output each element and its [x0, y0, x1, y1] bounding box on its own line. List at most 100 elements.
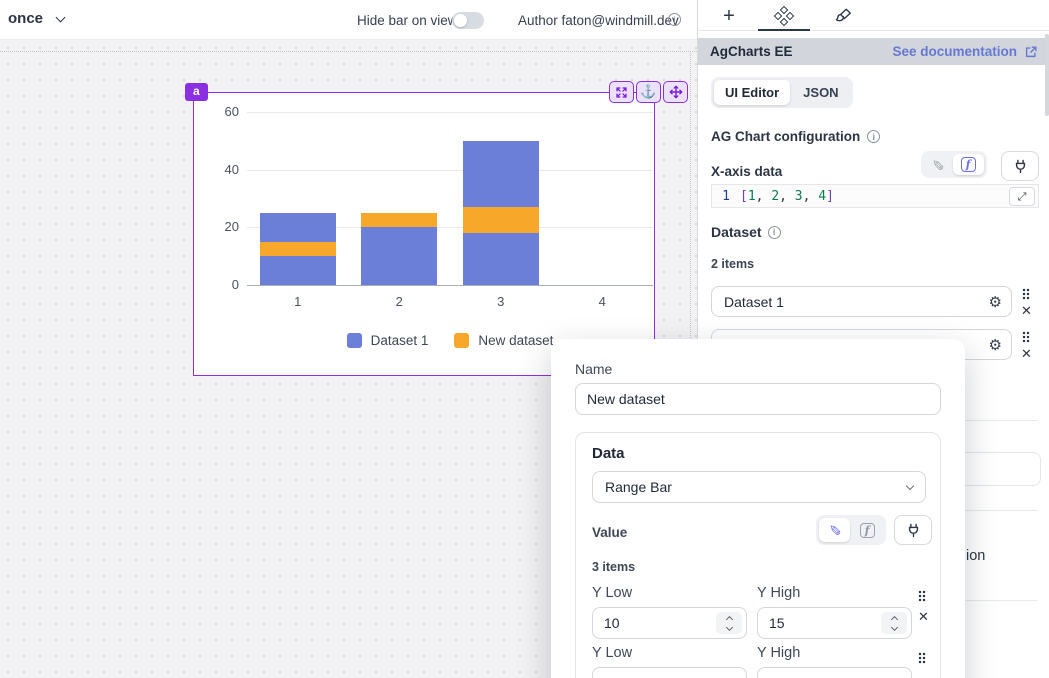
code-content: [1, 2, 3, 4] — [740, 189, 834, 204]
name-field-wrap — [575, 383, 941, 415]
data-type-value: Range Bar — [605, 479, 672, 495]
panel-scrollbar[interactable] — [1045, 34, 1049, 116]
y-high-label: Y High — [757, 585, 800, 601]
data-section: Data Range Bar Value 3 items Y Low Y Hi — [575, 432, 941, 678]
y-tick-label: 40 — [199, 162, 239, 177]
gridline — [247, 112, 653, 113]
gear-icon[interactable] — [989, 293, 1002, 311]
see-documentation-link[interactable]: See documentation — [892, 44, 1038, 59]
hide-bar-label: Hide bar on view — [357, 13, 458, 28]
name-label: Name — [575, 361, 612, 377]
component-title: AgCharts EE — [710, 44, 793, 59]
author-label: Author faton@windmill.dev — [518, 13, 679, 28]
xaxis-input-mode-segmented — [921, 151, 987, 178]
data-type-select[interactable]: Range Bar — [592, 471, 926, 503]
delete-dataset-icon[interactable] — [1021, 346, 1032, 362]
drag-handle[interactable] — [1022, 288, 1030, 300]
tab-json[interactable]: JSON — [792, 80, 849, 105]
canvas-guide-horizontal — [0, 51, 697, 52]
dataset-name-input[interactable] — [712, 287, 1011, 316]
y-tick-label: 60 — [199, 104, 239, 119]
partial-section-label: ion — [966, 548, 985, 564]
eval-input-button[interactable] — [953, 154, 984, 175]
external-link-icon — [1024, 45, 1038, 59]
connect-input-button[interactable] — [1001, 151, 1039, 181]
run-mode-dropdown[interactable]: once — [8, 10, 64, 27]
y-high-input-wrap — [757, 667, 912, 678]
component-header: AgCharts EE See documentation — [698, 38, 1049, 65]
config-label-text: AG Chart configuration — [711, 129, 860, 144]
stepper-up-icon — [890, 615, 897, 622]
data-section-label: Data — [592, 445, 625, 462]
stepper-down-icon — [890, 623, 897, 630]
run-mode-label: once — [8, 10, 43, 27]
dataset-items-count: 2 items — [711, 257, 754, 271]
y-high-input-wrap — [757, 607, 912, 639]
dataset-info-icon[interactable] — [768, 226, 781, 239]
dataset-label-text: Dataset — [711, 224, 762, 240]
hide-bar-toggle[interactable] — [452, 12, 484, 29]
number-stepper[interactable] — [881, 612, 907, 634]
gear-icon[interactable] — [989, 336, 1002, 354]
y-low-input[interactable] — [593, 668, 746, 678]
panel-tabs — [698, 0, 1049, 31]
component-id-badge[interactable]: a — [185, 83, 208, 101]
move-handle-button[interactable] — [663, 81, 688, 103]
y-low-input-wrap — [592, 667, 747, 678]
connect-input-button[interactable] — [894, 515, 932, 545]
name-field[interactable] — [576, 384, 940, 414]
drag-handle[interactable] — [918, 590, 926, 602]
stepper-up-icon — [725, 615, 732, 622]
value-label: Value — [592, 525, 627, 540]
legend-label: Dataset 1 — [371, 333, 429, 348]
config-info-icon[interactable] — [867, 130, 880, 143]
stepper-down-icon — [725, 623, 732, 630]
number-stepper[interactable] — [716, 612, 742, 634]
gridline — [247, 170, 653, 171]
value-input-mode-segmented — [816, 515, 886, 545]
function-icon — [860, 523, 875, 538]
delete-item-icon[interactable] — [918, 609, 929, 625]
delete-dataset-icon[interactable] — [1021, 303, 1032, 319]
expand-handle-button[interactable] — [609, 81, 634, 103]
components-icon — [775, 7, 793, 25]
topbar: once Hide bar on view Author faton@windm… — [0, 0, 697, 40]
active-tab-underline — [758, 29, 810, 31]
legend-swatch — [454, 333, 469, 348]
xaxis-code-editor[interactable]: 1 [1, 2, 3, 4] — [711, 184, 1039, 208]
static-input-button[interactable] — [924, 155, 951, 175]
legend-item[interactable]: New dataset — [454, 333, 553, 348]
legend-item[interactable]: Dataset 1 — [347, 333, 429, 348]
range-bar-series-2 — [260, 242, 336, 256]
move-icon — [669, 85, 683, 99]
xaxis-data-label: X-axis data — [711, 164, 782, 179]
add-component-tab[interactable] — [711, 5, 747, 27]
static-input-button[interactable] — [819, 518, 850, 542]
eval-input-button[interactable] — [852, 520, 883, 541]
range-bar-series-2 — [361, 213, 437, 227]
range-bar-series-2 — [463, 207, 539, 233]
chart-plot-area: 02040601234Dataset 1New dataset — [194, 93, 654, 375]
author-info-icon[interactable] — [668, 13, 681, 26]
agcharts-component[interactable]: a 02040601234Dataset 1New dataset — [193, 92, 655, 376]
dataset-settings-modal: Name Data Range Bar Value 3 it — [551, 339, 965, 678]
x-tick-label: 3 — [476, 294, 526, 309]
x-tick-label: 4 — [577, 294, 627, 309]
brush-icon — [835, 7, 853, 25]
y-low-input-wrap — [592, 607, 747, 639]
code-expand-button[interactable] — [1009, 187, 1035, 206]
y-low-label: Y Low — [592, 645, 632, 661]
components-settings-tab[interactable] — [766, 5, 802, 27]
toggle-knob — [454, 14, 467, 27]
code-line-number: 1 — [712, 189, 740, 204]
styling-tab[interactable] — [826, 5, 862, 27]
tab-ui-editor[interactable]: UI Editor — [714, 80, 790, 105]
x-tick-label: 2 — [374, 294, 424, 309]
drag-handle[interactable] — [918, 652, 926, 664]
chevron-down-icon — [56, 12, 66, 22]
x-axis-line — [247, 285, 653, 286]
app-editor: once Hide bar on view Author faton@windm… — [0, 0, 1049, 678]
y-high-input[interactable] — [758, 668, 911, 678]
anchor-handle-button[interactable] — [636, 81, 661, 103]
drag-handle[interactable] — [1022, 331, 1030, 343]
